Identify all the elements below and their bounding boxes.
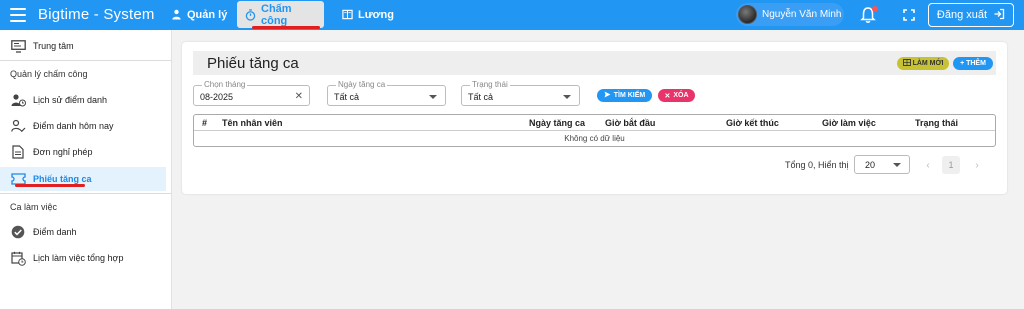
chevron-down-icon [429, 95, 437, 99]
overtime-date-value: Tất cả [334, 92, 360, 102]
logout-label: Đăng xuất [936, 9, 988, 21]
next-page-button[interactable]: › [968, 156, 986, 174]
per-page-select[interactable]: 20 [854, 155, 910, 174]
sidebar-item-attendance-history[interactable]: Lịch sử điểm danh [0, 88, 166, 112]
nav-item-management[interactable]: Quản lý [163, 1, 235, 28]
overtime-date-select[interactable]: Ngày tăng ca Tất cả [327, 80, 446, 106]
chevron-down-icon [893, 163, 901, 167]
column-header[interactable]: Ngày tăng ca [529, 118, 585, 128]
sidebar-item-attendance-today[interactable]: Điểm danh hôm nay [0, 114, 166, 138]
add-button[interactable]: + Thêm [953, 57, 993, 70]
sidebar-section-title: Quản lý chấm công [10, 69, 88, 79]
sidebar-item-label: Điểm danh [33, 227, 77, 237]
column-header[interactable]: Tên nhân viên [222, 118, 283, 128]
notification-bell-icon[interactable] [860, 6, 878, 24]
person-history-icon [10, 92, 26, 108]
sidebar-divider [0, 60, 172, 61]
page-number-button[interactable]: 1 [942, 156, 960, 174]
sidebar-section-title: Ca làm việc [10, 202, 58, 212]
sidebar-item-label: Phiếu tăng ca [33, 174, 92, 184]
stopwatch-icon [245, 8, 256, 21]
add-label: + Thêm [960, 60, 986, 67]
status-select[interactable]: Trạng thái Tất cả [461, 80, 580, 106]
avatar [738, 5, 757, 24]
status-value: Tất cả [468, 92, 494, 102]
notification-dot [872, 6, 878, 12]
column-header[interactable]: Giờ kết thúc [726, 118, 779, 128]
nav-item-label: Chấm công [261, 2, 292, 27]
sidebar-item-label: Lịch sử điểm danh [33, 95, 108, 105]
card-header: Phiếu tăng ca [193, 51, 996, 75]
sidebar-item-leave-request[interactable]: Đơn nghỉ phép [0, 140, 166, 164]
ledger-icon [342, 9, 353, 20]
logout-button[interactable]: Đăng xuất [928, 3, 1014, 27]
prev-page-button[interactable]: ‹ [919, 156, 937, 174]
pagination-summary: Tổng 0, Hiển thị [785, 160, 849, 170]
nav-item-salary[interactable]: Lương [334, 1, 402, 28]
send-icon [604, 91, 611, 100]
refresh-icon [902, 59, 911, 68]
sidebar-divider [0, 193, 172, 194]
page-title: Phiếu tăng ca [207, 55, 299, 72]
user-name: Nguyễn Văn Minh [762, 9, 842, 20]
calendar-clock-icon [10, 250, 26, 266]
status-label: Trạng thái [470, 80, 510, 90]
search-label: Tìm kiếm [613, 92, 646, 99]
sidebar-item-label: Lịch làm việc tổng hợp [33, 253, 124, 263]
menu-icon[interactable] [10, 8, 26, 22]
people-icon [171, 9, 182, 20]
column-header[interactable]: # [202, 118, 207, 128]
clear-button[interactable]: ✕ Xóa [658, 89, 695, 102]
sidebar-item-label: Trung tâm [33, 41, 74, 51]
document-icon [10, 144, 26, 160]
column-header[interactable]: Giờ làm việc [822, 118, 876, 128]
check-circle-icon [10, 224, 26, 240]
close-icon: ✕ [664, 92, 671, 100]
nav-item-label: Quản lý [187, 8, 228, 21]
search-button[interactable]: Tìm kiếm [597, 89, 652, 102]
refresh-button[interactable]: Làm mới [897, 57, 949, 70]
active-underline-annotation [15, 184, 85, 187]
person-check-icon [10, 118, 26, 134]
empty-state-text: Không có dữ liệu [564, 134, 625, 143]
column-header[interactable]: Trạng thái [915, 118, 958, 128]
sidebar-item-check-in[interactable]: Điểm danh [0, 220, 166, 244]
table-header: # Tên nhân viên Ngày tăng ca Giờ bắt đầu… [194, 115, 995, 131]
top-app-bar: Bigtime - System Quản lý Chấm công Lương… [0, 0, 1024, 30]
user-menu[interactable]: Nguyễn Văn Minh [736, 3, 844, 26]
active-underline-annotation [252, 26, 320, 29]
month-picker-label: Chọn tháng [202, 80, 248, 90]
column-header[interactable]: Giờ bắt đầu [605, 118, 655, 128]
sidebar-item-overtime-ticket[interactable]: Phiếu tăng ca [0, 167, 166, 191]
overtime-table: # Tên nhân viên Ngày tăng ca Giờ bắt đầu… [193, 114, 996, 147]
overtime-card: Phiếu tăng ca Làm mới + Thêm Chọn tháng … [182, 42, 1007, 194]
month-picker[interactable]: Chọn tháng 08-2025 ✕ [193, 80, 310, 106]
overtime-date-label: Ngày tăng ca [336, 80, 388, 90]
per-page-value: 20 [865, 160, 876, 170]
month-picker-value: 08-2025 [200, 92, 234, 102]
sidebar-item-label: Đơn nghỉ phép [33, 147, 93, 157]
sidebar: Trung tâm Quản lý chấm công Lịch sử điểm… [0, 30, 172, 309]
logout-icon [993, 8, 1005, 23]
monitor-icon [10, 38, 26, 54]
refresh-label: Làm mới [912, 60, 944, 67]
chevron-down-icon [563, 95, 571, 99]
sidebar-item-work-schedule[interactable]: Lịch làm việc tổng hợp [0, 246, 166, 270]
sidebar-item-label: Điểm danh hôm nay [33, 121, 114, 131]
sidebar-item-dashboard[interactable]: Trung tâm [0, 34, 166, 58]
nav-item-timekeeping[interactable]: Chấm công [237, 1, 324, 28]
clear-x-icon[interactable]: ✕ [295, 91, 303, 102]
clear-label: Xóa [673, 92, 689, 99]
app-title: Bigtime - System [38, 6, 155, 23]
nav-item-label: Lương [358, 8, 394, 21]
fullscreen-icon[interactable] [902, 8, 916, 22]
